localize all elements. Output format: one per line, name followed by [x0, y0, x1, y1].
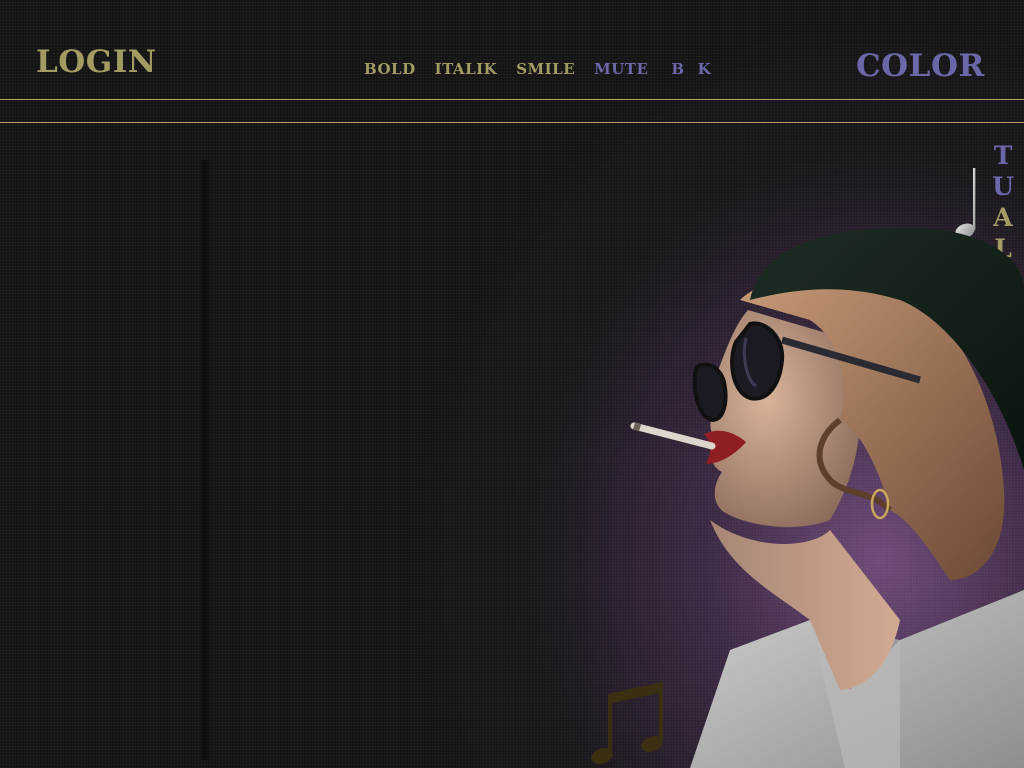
side-letter-t: T	[993, 141, 1013, 170]
b-link[interactable]: B	[671, 60, 684, 80]
page-background: LOGIN BOLD ITALIK SMILE MUTE B K COLOR T…	[0, 0, 1024, 768]
login-link[interactable]: LOGIN	[36, 44, 157, 80]
italic-link[interactable]: ITALIK	[435, 60, 498, 80]
header-divider-bottom	[0, 122, 1024, 123]
header-bar: LOGIN BOLD ITALIK SMILE MUTE B K COLOR	[0, 0, 1024, 100]
bold-link[interactable]: BOLD	[364, 60, 416, 80]
background-crease	[200, 160, 210, 760]
format-toolbar: BOLD ITALIK SMILE MUTE B K	[364, 60, 711, 80]
color-link[interactable]: COLOR	[856, 48, 985, 84]
k-link[interactable]: K	[698, 60, 712, 80]
smile-link[interactable]: SMILE	[516, 60, 575, 80]
header-divider-top	[0, 99, 1024, 100]
mute-link[interactable]: MUTE	[594, 60, 648, 80]
woman-with-sunglasses-illustration	[630, 227, 1024, 768]
side-letter-u: U	[992, 172, 1014, 201]
